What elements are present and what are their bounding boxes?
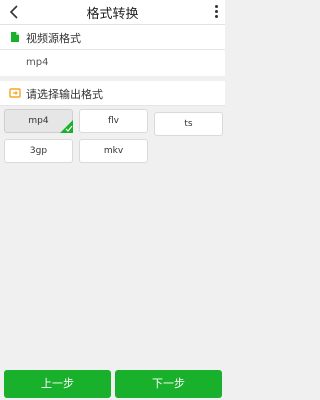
bottom-action-bar: 上一步 下一步 <box>0 366 225 400</box>
source-format-label: 视频源格式 <box>26 32 81 45</box>
more-menu-button[interactable] <box>211 3 221 21</box>
back-button[interactable] <box>6 3 24 21</box>
source-format-section: 视频源格式 mp4 <box>0 25 225 76</box>
format-options-grid: mp4 flv ts 3gp mkv <box>0 108 225 168</box>
output-format-section: 请选择输出格式 <box>0 81 225 106</box>
format-option-label: flv <box>108 116 119 126</box>
top-bar: 格式转换 <box>0 0 225 25</box>
source-format-header: 视频源格式 <box>0 25 225 50</box>
format-option-flv[interactable]: flv <box>79 109 148 133</box>
more-vertical-icon <box>211 5 221 18</box>
output-format-header: 请选择输出格式 <box>0 81 225 106</box>
next-step-button[interactable]: 下一步 <box>115 370 222 398</box>
format-option-ts[interactable]: ts <box>154 112 223 136</box>
format-option-3gp[interactable]: 3gp <box>4 139 73 163</box>
check-corner-icon <box>60 120 73 133</box>
source-format-value: mp4 <box>0 50 225 76</box>
source-format-text: mp4 <box>26 57 49 68</box>
prev-step-button[interactable]: 上一步 <box>4 370 111 398</box>
file-icon <box>11 32 19 42</box>
format-option-label: ts <box>184 119 193 129</box>
convert-icon <box>9 88 21 98</box>
format-option-mkv[interactable]: mkv <box>79 139 148 163</box>
output-format-label: 请选择输出格式 <box>26 88 103 101</box>
format-option-label: mp4 <box>28 116 49 126</box>
format-option-mp4[interactable]: mp4 <box>4 109 73 133</box>
chevron-left-icon <box>9 5 18 19</box>
format-option-label: 3gp <box>29 146 48 156</box>
page-title: 格式转换 <box>86 7 139 22</box>
format-option-label: mkv <box>103 146 124 156</box>
